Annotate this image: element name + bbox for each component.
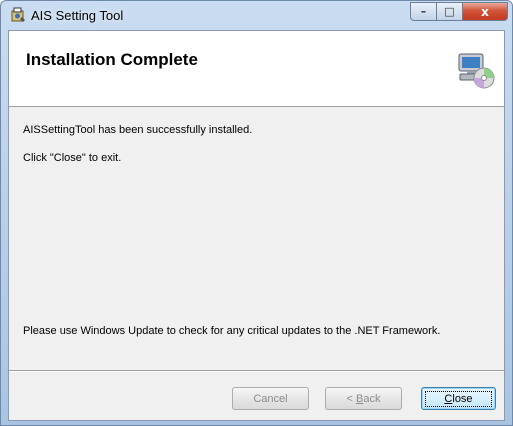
windows-update-note: Please use Windows Update to check for a… [23, 325, 441, 337]
close-icon: x [481, 4, 489, 19]
window-title: AIS Setting Tool [31, 8, 124, 23]
maximize-button[interactable]: □ [437, 2, 463, 21]
minimize-button[interactable]: – [410, 2, 437, 21]
title-bar[interactable]: AIS Setting Tool – □ x [1, 1, 512, 30]
dialog-client-area: Installation Complete AISSettingTool has… [8, 30, 505, 421]
minimize-icon: – [420, 5, 427, 18]
installer-window: AIS Setting Tool – □ x Installation Comp… [0, 0, 513, 426]
back-label: < Back [347, 393, 381, 405]
back-prefix: < [346, 392, 356, 405]
cancel-label: Cancel [253, 392, 288, 405]
button-divider [9, 370, 504, 372]
installer-icon [11, 7, 25, 22]
maximize-icon: □ [444, 5, 455, 18]
caption-buttons: – □ x [410, 2, 508, 21]
back-button[interactable]: < Back [325, 387, 402, 410]
header-banner: Installation Complete [9, 31, 504, 107]
success-message: AISSettingTool has been successfully ins… [23, 124, 253, 136]
computer-cd-icon [458, 53, 495, 89]
close-button[interactable]: Close [421, 387, 496, 410]
cancel-button[interactable]: Cancel [232, 387, 309, 410]
close-label: Close [425, 390, 492, 407]
close-instruction: Click "Close" to exit. [23, 152, 122, 164]
close-rest: lose [452, 392, 473, 405]
page-title: Installation Complete [26, 50, 198, 69]
close-window-button[interactable]: x [463, 2, 508, 21]
back-rest: ack [363, 392, 381, 405]
